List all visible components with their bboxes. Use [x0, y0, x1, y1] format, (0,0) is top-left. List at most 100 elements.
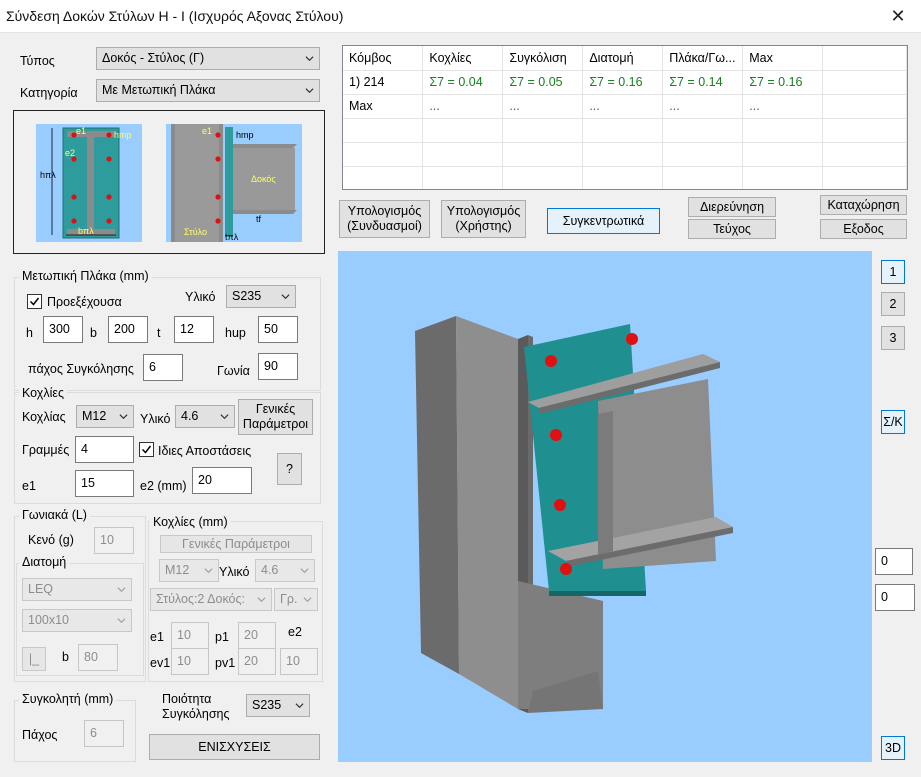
result-cell: Σ7 = 0.04 — [422, 70, 504, 95]
summary-button[interactable]: Συγκεντρωτικά — [547, 208, 660, 234]
same-distances-checkbox[interactable] — [139, 442, 154, 457]
diagram-tf-label: tf — [256, 214, 262, 224]
angle-input[interactable]: 90 — [258, 353, 298, 380]
bolt-material-label: Υλικό — [140, 412, 171, 426]
plate-material-label: Υλικό — [185, 290, 216, 304]
weld-thickness-input[interactable]: 6 — [143, 354, 183, 381]
plate-hup-input[interactable]: 50 — [258, 316, 298, 343]
chevron-down-icon — [204, 568, 213, 574]
bolts-e1-input[interactable]: 15 — [75, 470, 134, 497]
result-cell: ... — [582, 94, 664, 119]
weld-thickness-label: πάχος Συγκόλησης — [28, 362, 134, 376]
rows-label: Γραμμές — [22, 443, 70, 457]
diagram-hmpb-label: hmp — [236, 130, 254, 140]
bolts-e2-input[interactable]: 20 — [192, 467, 252, 494]
reinforcements-button[interactable]: ΕΝΙΣΧΥΣΕΙΣ — [149, 734, 320, 760]
register-button[interactable]: Καταχώρηση — [820, 195, 907, 215]
bolt-material-select[interactable]: 4.6 — [175, 405, 235, 428]
table-row — [343, 142, 907, 167]
exit-button[interactable]: Εξοδος — [820, 219, 907, 239]
category-select-value: Με Μετωπική Πλάκα — [102, 83, 216, 97]
chevron-down-icon — [257, 597, 266, 603]
view-value-input-1[interactable]: 0 — [875, 548, 913, 575]
ev1-input[interactable]: 10 — [171, 648, 209, 675]
bolts-e2-label: e2 (mm) — [140, 479, 187, 493]
type-label: Τύπος — [20, 54, 55, 68]
table-row — [343, 166, 907, 189]
plate-h-label: h — [26, 326, 33, 340]
bolt-row-select[interactable]: Γρ. — [274, 588, 318, 611]
weld-title: Συγκολητή (mm) — [19, 692, 117, 706]
investigate-button[interactable]: Διερεύνηση — [688, 197, 776, 217]
bolt-select[interactable]: M12 — [76, 405, 134, 428]
gap-input[interactable]: 10 — [94, 527, 134, 554]
table-row[interactable]: Max ... ... ... ... ... — [343, 94, 907, 119]
empty-cell — [822, 94, 907, 119]
chevron-down-icon — [305, 56, 314, 62]
bolt-position-select[interactable]: Στύλος:2 Δοκός: — [150, 588, 272, 611]
section-type-select[interactable]: LEQ — [22, 578, 132, 601]
angle-e1-label: e1 — [150, 630, 164, 644]
angle-e2-label: e2 — [288, 625, 302, 639]
angle-label: Γωνία — [217, 364, 250, 378]
result-cell: Σ7 = 0.16 — [742, 70, 824, 95]
angle-bolt-material-value: 4.6 — [261, 563, 279, 577]
bolt-row-value: Γρ. — [280, 592, 298, 606]
calc-combinations-button[interactable]: Υπολογισμός (Συνδυασμοί) — [339, 200, 430, 238]
angle-bolts-general-params-button[interactable]: Γενικές Παράμετροι — [160, 535, 312, 553]
bolt-position-value: Στύλος:2 Δοκός: — [156, 592, 245, 606]
connection-diagram: e1 e2 hmp hπλ bπλ e1 hmp Δοκός tf Στύλο … — [13, 110, 325, 254]
end-plate-title: Μετωπική Πλάκα (mm) — [19, 269, 152, 283]
results-grid[interactable]: Κόμβος Κοχλίες Συγκόλιση Διατομή Πλάκα/Γ… — [342, 45, 908, 190]
angle-e2-input[interactable]: 10 — [280, 648, 318, 675]
result-cell: Σ7 = 0.16 — [582, 70, 664, 95]
sk-view-button[interactable]: Σ/Κ — [881, 410, 905, 434]
category-select[interactable]: Με Μετωπική Πλάκα — [96, 79, 320, 102]
pv1-input[interactable]: 20 — [238, 648, 276, 675]
bolts-general-params-button[interactable]: Γενικές Παράμετροι — [238, 399, 313, 435]
weld-quality-value: S235 — [252, 698, 282, 712]
section-type-value: LEQ — [28, 582, 54, 596]
section-size-select[interactable]: 100x10 — [22, 609, 132, 632]
empty-cell — [822, 70, 907, 95]
weld-thickness-input-2[interactable]: 6 — [84, 720, 124, 747]
rows-input[interactable]: 4 — [75, 436, 134, 463]
p1-input[interactable]: 20 — [238, 622, 276, 649]
angles-title: Γωνιακά (L) — [19, 508, 90, 522]
view-1-button[interactable]: 1 — [881, 260, 905, 284]
plate-b-input[interactable]: 200 — [108, 316, 148, 343]
view-value-input-2[interactable]: 0 — [875, 584, 915, 611]
protruding-checkbox[interactable] — [27, 294, 42, 309]
angle-bolt-material-select[interactable]: 4.6 — [255, 559, 315, 582]
booklet-button[interactable]: Τεύχος — [688, 219, 776, 239]
calc-user-button[interactable]: Υπολογισμός (Χρήστης) — [441, 200, 526, 238]
plate-material-select[interactable]: S235 — [226, 285, 296, 308]
type-select[interactable]: Δοκός - Στύλος (Γ) — [96, 47, 320, 70]
viewport-3d[interactable] — [338, 251, 872, 762]
chevron-down-icon — [300, 568, 309, 574]
close-button[interactable]: ✕ — [875, 0, 921, 32]
results-header-row: Κόμβος Κοχλίες Συγκόλιση Διατομή Πλάκα/Γ… — [343, 46, 907, 71]
diagram-e2-label: e2 — [65, 148, 75, 158]
column-header: Πλάκα/Γω... — [662, 46, 744, 71]
angle-shape-button[interactable]: |_ — [22, 647, 46, 671]
plate-hup-label: hup — [225, 326, 246, 340]
plate-t-label: t — [157, 326, 161, 340]
checkmark-icon — [29, 297, 40, 306]
weld-quality-select[interactable]: S235 — [246, 694, 310, 717]
protruding-label: Προεξέχουσα — [47, 295, 122, 309]
plate-t-input[interactable]: 12 — [174, 316, 214, 343]
angle-bolt-select[interactable]: M12 — [159, 559, 219, 582]
diagram-drawing: e1 e2 hmp hπλ bπλ e1 hmp Δοκός tf Στύλο … — [36, 124, 302, 242]
angle-e1-input[interactable]: 10 — [171, 622, 209, 649]
view-3d-button[interactable]: 3D — [881, 736, 905, 760]
view-3-button[interactable]: 3 — [881, 326, 905, 350]
view-2-button[interactable]: 2 — [881, 292, 905, 316]
table-row[interactable]: 1) 214 Σ7 = 0.04 Σ7 = 0.05 Σ7 = 0.16 Σ7 … — [343, 70, 907, 95]
plate-h-input[interactable]: 300 — [43, 316, 83, 343]
angle-b-input[interactable]: 80 — [78, 644, 118, 671]
help-button[interactable]: ? — [277, 453, 302, 485]
angle-shape-icon: |_ — [28, 651, 40, 666]
diagram-e1-label: e1 — [76, 126, 86, 136]
result-cell: ... — [742, 94, 824, 119]
